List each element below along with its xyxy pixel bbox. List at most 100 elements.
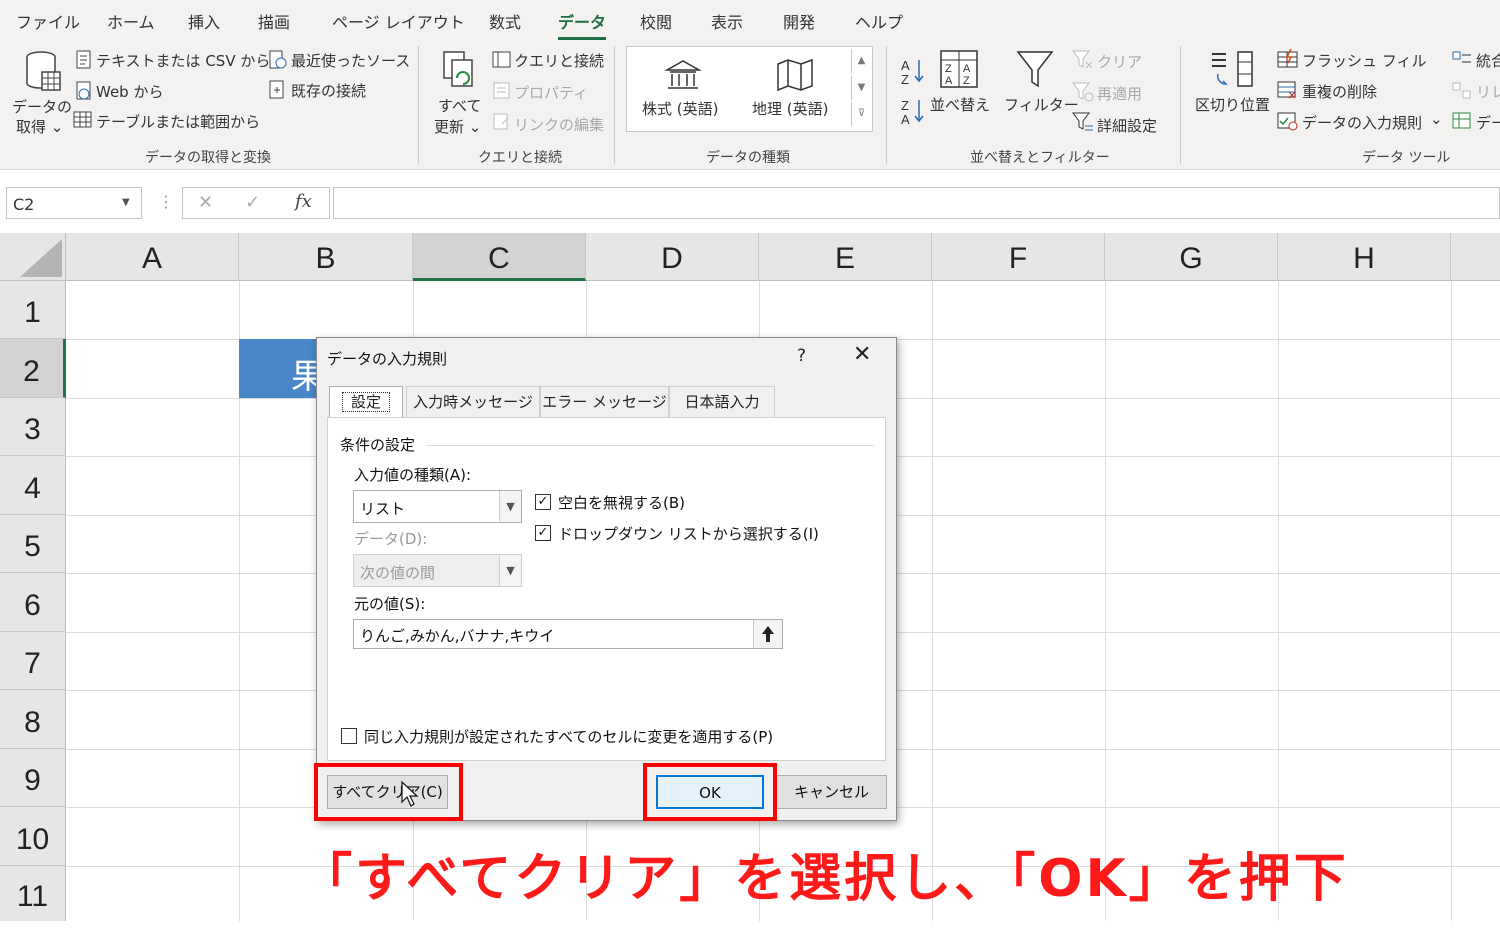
remove-duplicates-button[interactable]: 重複の削除 bbox=[1302, 81, 1377, 102]
from-table-range-button[interactable]: テーブルまたは範囲から bbox=[96, 111, 260, 132]
help-icon[interactable]: ? bbox=[797, 346, 806, 366]
apply-all-checkbox[interactable] bbox=[341, 728, 357, 744]
row-header-8[interactable]: 8 bbox=[0, 690, 66, 749]
from-text-csv-button[interactable]: テキストまたは CSV から bbox=[96, 50, 270, 71]
reapply-button[interactable]: 再適用 bbox=[1097, 83, 1142, 104]
consolidate-button[interactable]: 統合 bbox=[1476, 50, 1500, 71]
ignore-blank-checkbox[interactable]: ✓ bbox=[535, 494, 551, 510]
existing-connections-button[interactable]: 既存の接続 bbox=[291, 80, 366, 101]
edit-links-button[interactable]: リンクの編集 bbox=[514, 114, 604, 135]
column-header-i[interactable] bbox=[1451, 233, 1500, 281]
get-data-label-1[interactable]: データの bbox=[12, 96, 72, 117]
tab-review[interactable]: 校閲 bbox=[640, 9, 672, 33]
tab-file[interactable]: ファイル bbox=[16, 9, 80, 33]
clear-button[interactable]: クリア bbox=[1097, 51, 1142, 72]
chevron-down-icon[interactable]: ▼ bbox=[499, 491, 521, 522]
sort-az-icon[interactable]: AZZA bbox=[899, 56, 927, 126]
more-icon: ⋮ bbox=[158, 192, 174, 211]
sort-button[interactable]: 並べ替え bbox=[930, 94, 990, 115]
row-header-1[interactable]: 1 bbox=[0, 281, 66, 339]
column-header-h[interactable]: H bbox=[1278, 233, 1451, 281]
in-cell-dropdown-checkbox[interactable]: ✓ bbox=[535, 525, 551, 541]
column-header-g[interactable]: G bbox=[1105, 233, 1278, 281]
tab-developer[interactable]: 開発 bbox=[783, 9, 815, 33]
name-box-dropdown-icon[interactable]: ▼ bbox=[122, 197, 130, 208]
formula-input[interactable] bbox=[333, 187, 1500, 219]
tab-input-message[interactable]: 入力時メッセージ bbox=[406, 386, 540, 418]
chevron-down-icon[interactable]: ▼ bbox=[499, 555, 521, 586]
flash-fill-icon bbox=[1277, 49, 1299, 69]
tab-draw[interactable]: 描画 bbox=[258, 9, 290, 33]
from-web-button[interactable]: Web から bbox=[96, 81, 163, 102]
settings-panel: 条件の設定 入力値の種類(A): リスト ▼ データ(D): 次の値の間 ▼ ✓… bbox=[327, 417, 886, 761]
tab-formulas[interactable]: 数式 bbox=[489, 9, 521, 33]
row-header-5[interactable]: 5 bbox=[0, 515, 66, 573]
data-model-button[interactable]: デー bbox=[1476, 112, 1500, 133]
close-icon[interactable]: ✕ bbox=[853, 342, 871, 367]
tab-settings[interactable]: 設定 bbox=[329, 386, 403, 419]
refresh-all-label-2[interactable]: 更新 ⌄ bbox=[434, 116, 481, 137]
geography-button[interactable]: 地理 (英語) bbox=[752, 98, 828, 119]
tab-view[interactable]: 表示 bbox=[711, 9, 743, 33]
cancel-button[interactable]: キャンセル bbox=[776, 775, 887, 809]
cancel-icon[interactable]: ✕ bbox=[198, 192, 213, 213]
data-validation-dropdown[interactable]: ⌄ bbox=[1430, 110, 1443, 128]
data-operator-select[interactable]: 次の値の間 ▼ bbox=[353, 554, 522, 587]
enter-icon[interactable]: ✓ bbox=[245, 192, 260, 213]
advanced-button[interactable]: 詳細設定 bbox=[1097, 115, 1157, 136]
text-to-columns-button[interactable]: 区切り位置 bbox=[1195, 94, 1270, 115]
gallery-scroll-up[interactable]: ▲ bbox=[851, 49, 871, 73]
row-header-2[interactable]: 2 bbox=[0, 339, 66, 398]
row-header-11[interactable]: 11 bbox=[0, 866, 66, 921]
refresh-all-label-1[interactable]: すべて bbox=[438, 95, 481, 116]
tab-insert[interactable]: 挿入 bbox=[188, 9, 220, 33]
column-header-e[interactable]: E bbox=[759, 233, 932, 281]
bank-icon[interactable] bbox=[664, 58, 702, 92]
text-to-columns-icon[interactable] bbox=[1210, 50, 1256, 90]
tab-ime-mode[interactable]: 日本語入力 bbox=[669, 386, 775, 418]
row-header-4[interactable]: 4 bbox=[0, 456, 66, 515]
group-separator bbox=[614, 46, 615, 164]
column-header-c[interactable]: C bbox=[413, 233, 586, 281]
insert-function-icon[interactable]: fx bbox=[295, 191, 312, 212]
tab-error-alert[interactable]: エラー メッセージ bbox=[540, 386, 669, 418]
ignore-blank-label[interactable]: 空白を無視する(B) bbox=[558, 492, 685, 513]
column-header-a[interactable]: A bbox=[66, 233, 239, 281]
recent-sources-button[interactable]: 最近使ったソース bbox=[291, 50, 410, 71]
queries-connections-button[interactable]: クエリと接続 bbox=[514, 50, 604, 71]
row-header-9[interactable]: 9 bbox=[0, 749, 66, 807]
data-validation-button[interactable]: データの入力規則 bbox=[1302, 112, 1422, 133]
row-header-7[interactable]: 7 bbox=[0, 632, 66, 690]
gallery-scroll-down[interactable]: ▼ bbox=[851, 76, 871, 100]
properties-button[interactable]: プロパティ bbox=[514, 82, 588, 103]
refresh-icon[interactable] bbox=[441, 50, 477, 94]
select-all-corner[interactable] bbox=[0, 233, 66, 281]
tab-home[interactable]: ホーム bbox=[107, 9, 155, 33]
tab-page-layout[interactable]: ページ レイアウト bbox=[332, 9, 465, 33]
tab-help[interactable]: ヘルプ bbox=[855, 9, 903, 33]
gallery-more-button[interactable]: ⊽ bbox=[851, 102, 871, 126]
relationships-button[interactable]: リレ bbox=[1476, 81, 1500, 102]
stocks-button[interactable]: 株式 (英語) bbox=[642, 98, 718, 119]
database-icon[interactable] bbox=[24, 50, 62, 94]
column-header-f[interactable]: F bbox=[932, 233, 1105, 281]
source-input[interactable]: りんご,みかん,バナナ,キウイ bbox=[353, 619, 783, 649]
group-label-queries: クエリと接続 bbox=[478, 150, 562, 166]
flash-fill-button[interactable]: フラッシュ フィル bbox=[1302, 50, 1426, 71]
get-data-label-2[interactable]: 取得 ⌄ bbox=[16, 116, 63, 137]
map-icon[interactable] bbox=[775, 58, 815, 92]
row-header-10[interactable]: 10 bbox=[0, 807, 66, 866]
sort-dialog-icon[interactable]: ZAAZ bbox=[940, 50, 978, 88]
range-select-button[interactable] bbox=[753, 620, 782, 648]
in-cell-dropdown-label[interactable]: ドロップダウン リストから選択する(I) bbox=[558, 523, 819, 544]
filter-button[interactable]: フィルター bbox=[1004, 94, 1079, 115]
column-header-b[interactable]: B bbox=[239, 233, 413, 281]
row-header-3[interactable]: 3 bbox=[0, 398, 66, 456]
recent-sources-icon bbox=[268, 50, 288, 70]
filter-icon[interactable] bbox=[1016, 50, 1054, 90]
allow-select[interactable]: リスト ▼ bbox=[353, 490, 522, 523]
column-header-d[interactable]: D bbox=[586, 233, 759, 281]
apply-all-label[interactable]: 同じ入力規則が設定されたすべてのセルに変更を適用する(P) bbox=[364, 726, 773, 747]
row-header-6[interactable]: 6 bbox=[0, 573, 66, 632]
tab-data[interactable]: データ bbox=[558, 9, 607, 40]
